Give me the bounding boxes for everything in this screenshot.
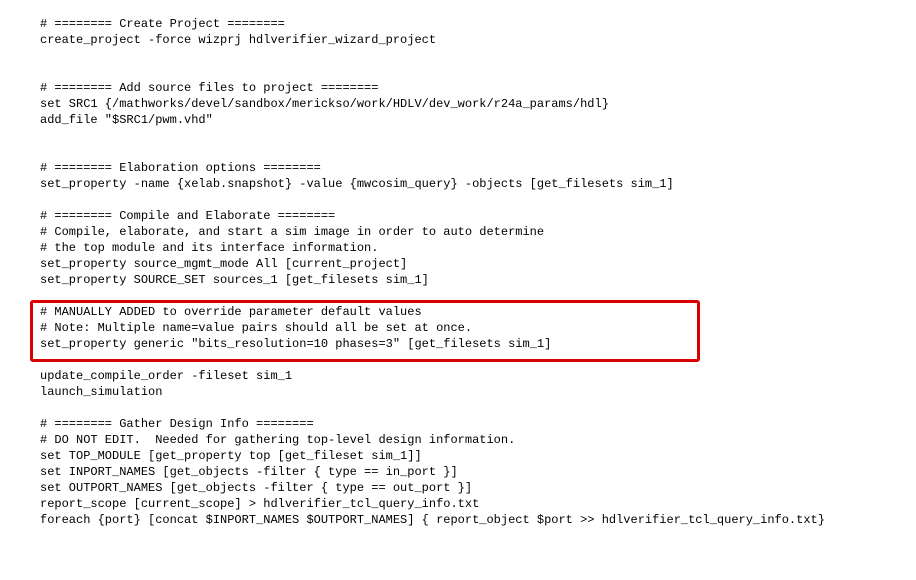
- page-root: # ======== Create Project ======== creat…: [0, 0, 916, 580]
- tcl-script-code: # ======== Create Project ======== creat…: [40, 16, 825, 528]
